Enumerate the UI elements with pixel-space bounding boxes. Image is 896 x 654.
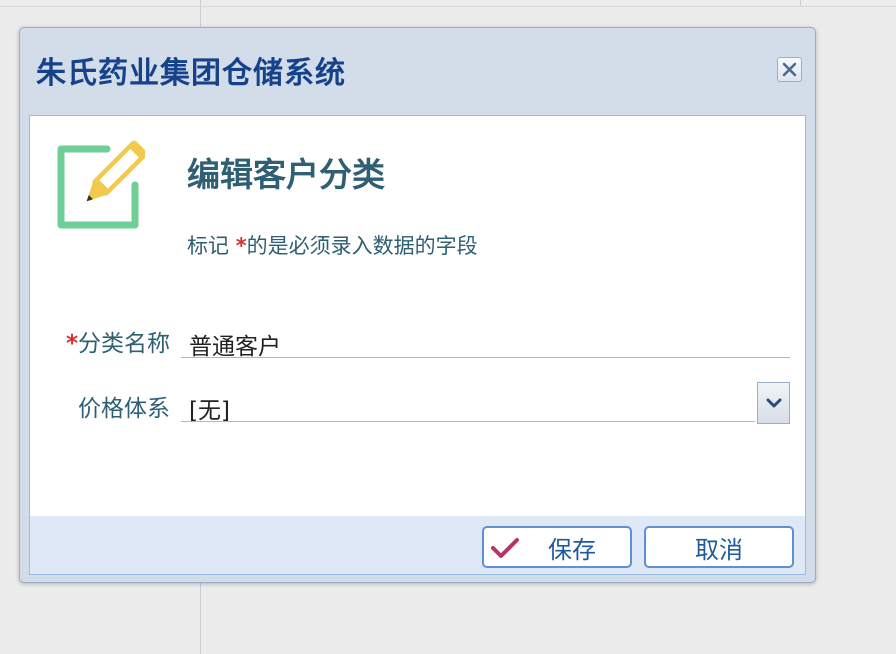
required-hint: 标记 *的是必须录入数据的字段 [187,230,478,260]
cancel-button-label: 取消 [695,535,743,564]
required-mark: * [65,331,78,357]
save-button-label: 保存 [548,535,596,564]
close-icon [782,62,797,77]
chevron-down-icon [766,398,781,408]
edit-form-icon [57,140,145,229]
dialog-footer: 保存 取消 [30,516,805,574]
required-mark: * [235,234,247,258]
price-system-label: 价格体系 [78,396,170,422]
background-divider [0,6,896,7]
close-button[interactable] [777,57,802,82]
dialog-title: 朱氏药业集团仓储系统 [36,56,346,91]
hint-suffix: 的是必须录入数据的字段 [246,234,478,258]
form-panel: 编辑客户分类 标记 *的是必须录入数据的字段 *分类名称 价格体系 保存 取消 [29,115,806,575]
save-button[interactable]: 保存 [482,526,632,568]
cancel-button[interactable]: 取消 [644,526,794,568]
price-system-select[interactable] [181,390,755,422]
category-name-label: *分类名称 [65,331,170,357]
checkmark-icon [491,538,519,558]
edit-dialog: 朱氏药业集团仓储系统 编辑客户分类 标记 *的是必须录入数据的字段 *分类名称 … [19,27,816,583]
hint-prefix: 标记 [187,234,236,258]
form-title: 编辑客户分类 [187,155,385,194]
price-system-dropdown-button[interactable] [757,382,790,424]
category-name-input[interactable] [181,326,790,358]
